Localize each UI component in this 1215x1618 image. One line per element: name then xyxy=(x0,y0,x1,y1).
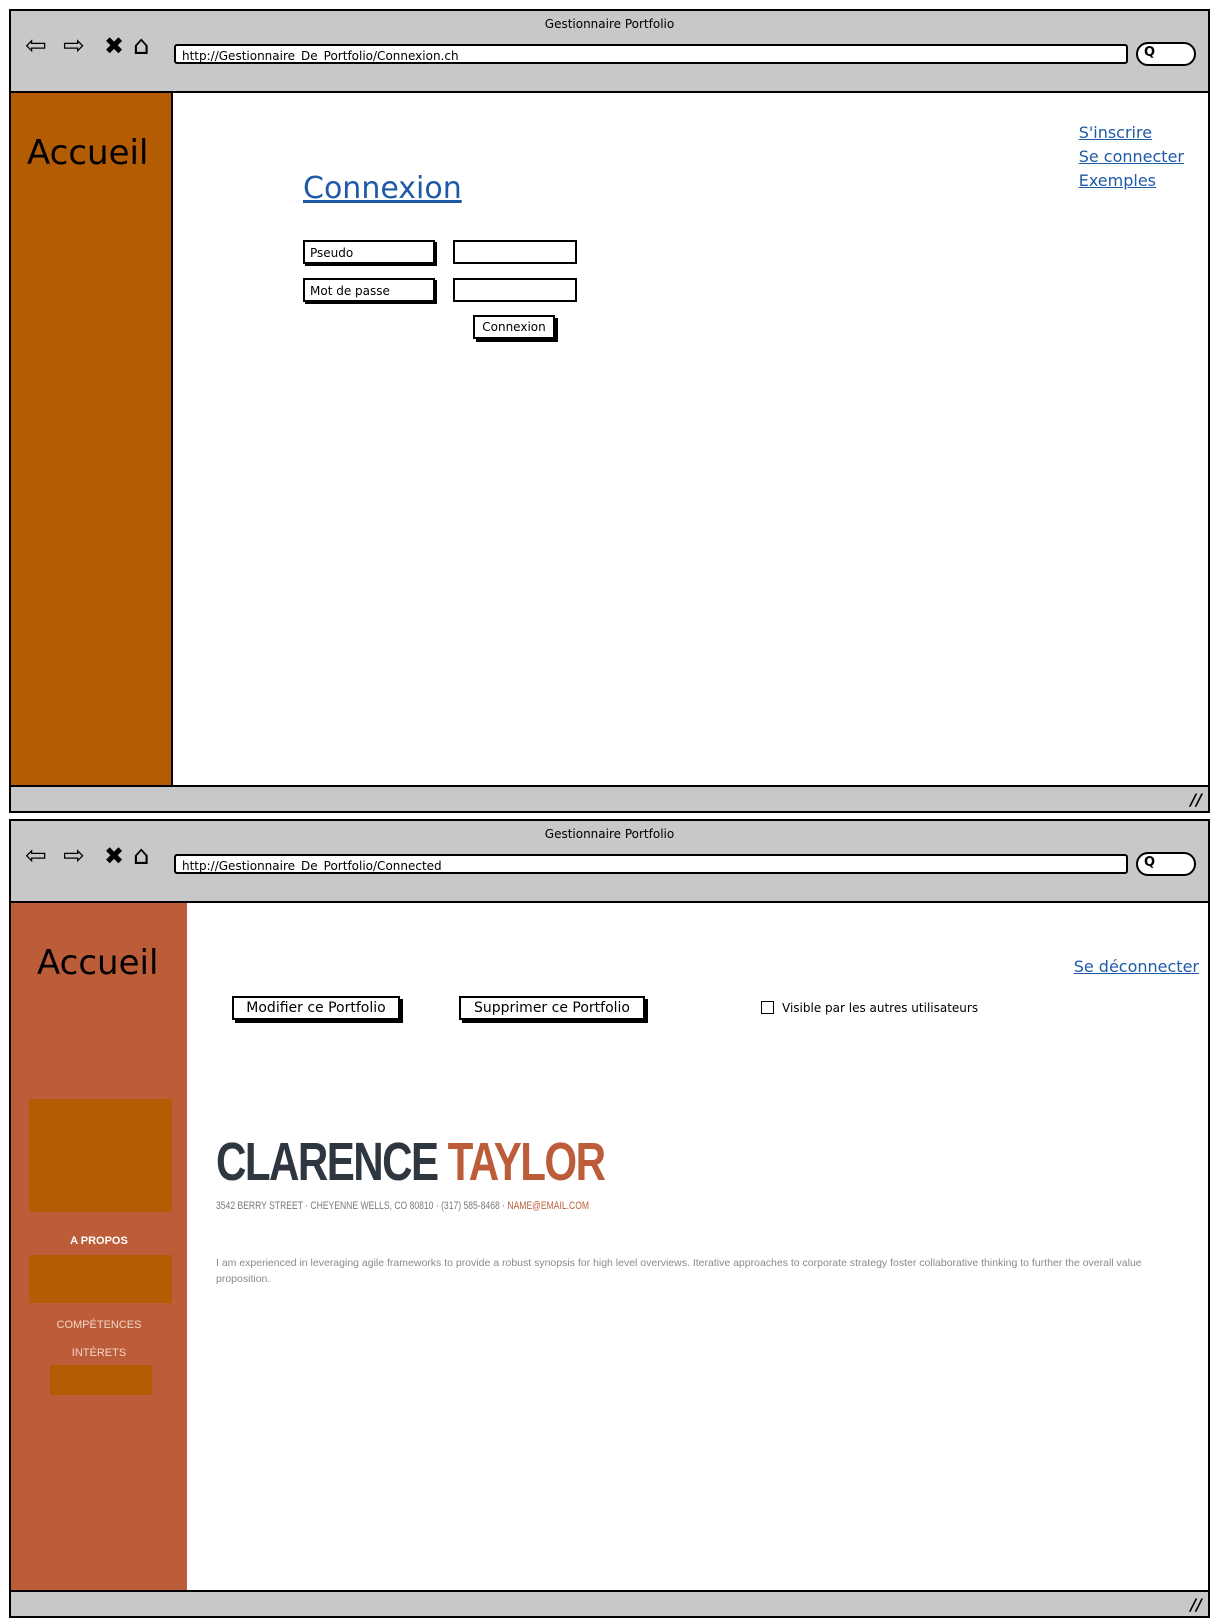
examples-link[interactable]: Exemples xyxy=(1079,169,1184,193)
username-input[interactable] xyxy=(453,240,577,264)
section-placeholder xyxy=(29,1255,172,1303)
sidebar-item-a-propos[interactable]: A PROPOS xyxy=(11,1235,187,1247)
first-name: CLARENCE xyxy=(216,1132,439,1192)
page-content: Accueil Connexion S'inscrire Se connecte… xyxy=(11,93,1208,787)
home-icon[interactable]: ⌂ xyxy=(133,843,150,869)
login-link[interactable]: Se connecter xyxy=(1079,145,1184,169)
resume-name: CLARENCE TAYLOR xyxy=(216,1131,606,1193)
address: 3542 BERRY STREET · CHEYENNE WELLS, CO 8… xyxy=(216,1200,508,1212)
forward-arrow-icon[interactable]: ⇨ xyxy=(63,843,85,869)
window-title: Gestionnaire Portfolio xyxy=(544,827,675,841)
sidebar-item-competences[interactable]: COMPÉTENCES xyxy=(11,1319,187,1331)
top-links: S'inscrire Se connecter Exemples xyxy=(1079,121,1184,193)
forward-arrow-icon[interactable]: ⇨ xyxy=(63,33,85,59)
sidebar-title[interactable]: Accueil xyxy=(37,943,158,983)
signup-link[interactable]: S'inscrire xyxy=(1079,121,1184,145)
search-icon: Q xyxy=(1144,45,1156,60)
visibility-toggle[interactable]: Visible par les autres utilisateurs xyxy=(761,1001,978,1015)
password-input[interactable] xyxy=(453,278,577,302)
resume-contact: 3542 BERRY STREET · CHEYENNE WELLS, CO 8… xyxy=(216,1200,589,1212)
search-icon: Q xyxy=(1144,855,1156,870)
sidebar: Accueil A PROPOS COMPÉTENCES INTÉRETS xyxy=(11,903,187,1592)
delete-portfolio-button[interactable]: Supprimer ce Portfolio xyxy=(459,996,645,1020)
resize-grip-icon[interactable]: // xyxy=(1190,790,1202,809)
page-content: Accueil A PROPOS COMPÉTENCES INTÉRETS Se… xyxy=(11,903,1208,1592)
sidebar-title[interactable]: Accueil xyxy=(27,133,148,173)
browser-toolbar: Gestionnaire Portfolio ⇦ ⇨ ✖ ⌂ http://Ge… xyxy=(11,821,1208,903)
username-label: Pseudo xyxy=(303,240,435,264)
search-button[interactable]: Q xyxy=(1136,42,1196,66)
password-label: Mot de passe xyxy=(303,278,435,302)
status-bar: // xyxy=(11,785,1208,811)
login-submit-button[interactable]: Connexion xyxy=(473,315,555,339)
last-name: TAYLOR xyxy=(447,1132,606,1192)
section-placeholder xyxy=(50,1365,152,1395)
back-arrow-icon[interactable]: ⇦ xyxy=(25,843,47,869)
logout-link[interactable]: Se déconnecter xyxy=(1074,955,1199,979)
back-arrow-icon[interactable]: ⇦ xyxy=(25,33,47,59)
sidebar-item-interets[interactable]: INTÉRETS xyxy=(11,1347,187,1359)
edit-portfolio-button[interactable]: Modifier ce Portfolio xyxy=(232,996,400,1020)
resume-description: I am experienced in leveraging agile fra… xyxy=(216,1257,1142,1285)
window-title: Gestionnaire Portfolio xyxy=(544,17,675,31)
visibility-checkbox[interactable] xyxy=(761,1001,774,1014)
browser-toolbar: Gestionnaire Portfolio ⇦ ⇨ ✖ ⌂ http://Ge… xyxy=(11,11,1208,93)
home-icon[interactable]: ⌂ xyxy=(133,33,150,59)
visibility-label: Visible par les autres utilisateurs xyxy=(782,1001,979,1015)
resize-grip-icon[interactable]: // xyxy=(1190,1595,1202,1614)
sidebar: Accueil xyxy=(11,93,173,787)
search-button[interactable]: Q xyxy=(1136,852,1196,876)
status-bar: // xyxy=(11,1590,1208,1616)
email-link[interactable]: NAME@EMAIL.COM xyxy=(507,1200,589,1212)
stop-icon[interactable]: ✖ xyxy=(104,33,124,59)
stop-icon[interactable]: ✖ xyxy=(104,843,124,869)
profile-photo-placeholder xyxy=(29,1099,172,1212)
url-bar[interactable]: http://Gestionnaire_De_Portfolio/Connexi… xyxy=(174,44,1128,64)
browser-window-connected: Gestionnaire Portfolio ⇦ ⇨ ✖ ⌂ http://Ge… xyxy=(9,819,1210,1618)
page-title: Connexion xyxy=(303,171,462,206)
url-bar[interactable]: http://Gestionnaire_De_Portfolio/Connect… xyxy=(174,854,1128,874)
browser-window-login: Gestionnaire Portfolio ⇦ ⇨ ✖ ⌂ http://Ge… xyxy=(9,9,1210,813)
